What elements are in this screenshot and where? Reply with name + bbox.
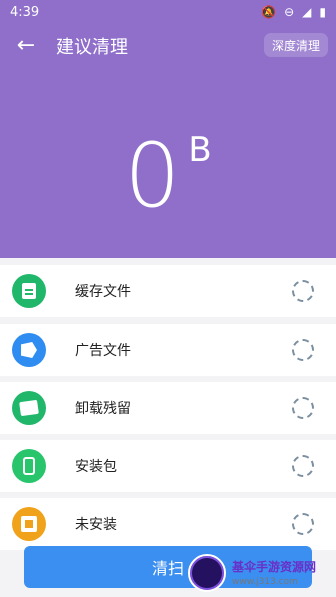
- loading-spinner-icon: [292, 513, 314, 535]
- list-item[interactable]: 卸载残留: [0, 382, 336, 434]
- clean-button-label: 清扫: [151, 559, 184, 578]
- watermark: 基伞手游资源网 www.j313.com: [186, 548, 336, 597]
- uninstall-icon: [12, 391, 46, 425]
- junk-size-unit: B: [188, 130, 212, 170]
- list-item-label: 未安装: [75, 517, 117, 533]
- loading-spinner-icon: [292, 455, 314, 477]
- watermark-logo-icon: [188, 553, 226, 592]
- not-installed-icon: [12, 507, 46, 541]
- page-title: 建议清理: [56, 37, 128, 58]
- list-item-label: 缓存文件: [75, 284, 131, 300]
- app-bar: ← 建议清理 深度清理: [0, 24, 336, 68]
- list-item[interactable]: 广告文件: [0, 324, 336, 376]
- watermark-text: 基伞手游资源网 www.j313.com: [232, 558, 316, 587]
- mute-icon: 🔕: [261, 5, 277, 19]
- list-item[interactable]: 缓存文件: [0, 265, 336, 317]
- status-bar: 4:39 🔕 ⊖ ◢ ▮: [0, 0, 336, 24]
- signal-icon: ◢: [302, 5, 312, 19]
- junk-size-value: 0: [124, 124, 181, 227]
- ad-icon: [12, 333, 46, 367]
- arrow-left-icon[interactable]: ←: [14, 34, 38, 58]
- watermark-url: www.j313.com: [232, 577, 298, 587]
- loading-spinner-icon: [292, 397, 314, 419]
- status-icons: 🔕 ⊖ ◢ ▮: [261, 5, 326, 19]
- header: 4:39 🔕 ⊖ ◢ ▮ ← 建议清理 深度清理 0 B: [0, 0, 336, 258]
- loading-spinner-icon: [292, 339, 314, 361]
- cache-icon: [12, 274, 46, 308]
- list-item[interactable]: 未安装: [0, 498, 336, 550]
- dnd-icon: ⊖: [284, 5, 295, 19]
- junk-size-display: 0 B: [0, 124, 336, 227]
- list-item-label: 安装包: [75, 459, 117, 475]
- list-item[interactable]: 安装包: [0, 440, 336, 492]
- apk-icon: [12, 449, 46, 483]
- loading-spinner-icon: [292, 280, 314, 302]
- battery-icon: ▮: [319, 5, 326, 19]
- watermark-title: 基伞手游资源网: [232, 560, 317, 574]
- list-item-label: 卸载残留: [75, 401, 131, 417]
- list-item-label: 广告文件: [75, 343, 131, 359]
- status-time: 4:39: [10, 4, 40, 20]
- deep-clean-button[interactable]: 深度清理: [263, 33, 328, 57]
